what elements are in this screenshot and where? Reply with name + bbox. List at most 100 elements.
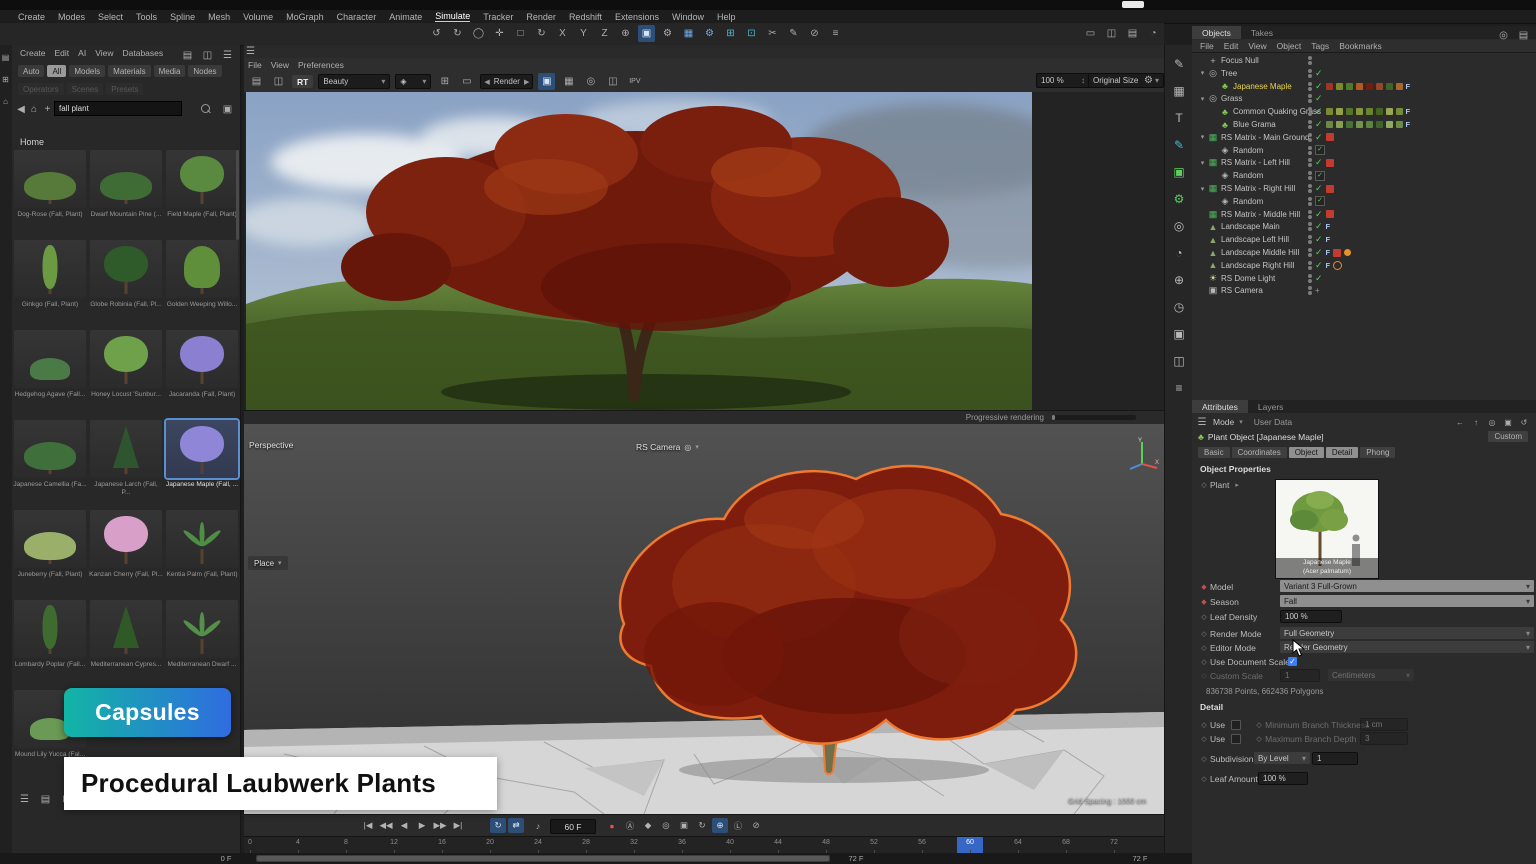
quantize-icon[interactable]: ⊡ <box>743 25 760 42</box>
visibility-dots-icon[interactable] <box>1308 120 1312 129</box>
custom-button[interactable]: Custom <box>1488 431 1528 442</box>
tab-takes[interactable]: Takes <box>1241 26 1283 39</box>
enabled-check-icon[interactable]: ✓ <box>1315 132 1323 143</box>
material-swatch-icon[interactable] <box>1386 121 1393 128</box>
obj-menu-file[interactable]: File <box>1200 41 1214 51</box>
menu-window[interactable]: Window <box>672 12 704 22</box>
ab-menu-view[interactable]: View <box>95 48 113 58</box>
tree-item-rs-matrix-middle-hill[interactable]: ▦RS Matrix - Middle Hill✓ <box>1192 208 1536 221</box>
keyframe-bullet-icon[interactable]: ◇ <box>1253 721 1265 729</box>
asset-tile[interactable]: Ginkgo (Fall, Plant) <box>12 240 88 328</box>
panel-menu-icon[interactable]: ☰ <box>244 45 257 58</box>
filter-media[interactable]: Media <box>154 65 186 77</box>
asset-tile[interactable]: Mediterranean Dwarf ... <box>164 600 240 688</box>
place-tool-label[interactable]: Place ▾ <box>248 556 288 570</box>
asset-tile[interactable]: Hedgehog Agave (Fall... <box>12 330 88 418</box>
split-view-icon[interactable]: ◫ <box>199 47 216 64</box>
ipv-icon[interactable]: IPV <box>626 73 643 90</box>
expand-arrow-icon[interactable]: ▾ <box>1198 133 1207 141</box>
tree-item-blue-grama[interactable]: ♣Blue Grama✓F <box>1192 118 1536 131</box>
lock-render-icon[interactable]: ▣ <box>538 73 555 90</box>
obj-menu-bookmarks[interactable]: Bookmarks <box>1339 41 1382 51</box>
tree-item-rs-matrix-main-ground[interactable]: ▾▦RS Matrix - Main Ground✓ <box>1192 131 1536 144</box>
menu-select[interactable]: Select <box>98 12 123 22</box>
material-swatch-icon[interactable] <box>1396 108 1403 115</box>
aov-dropdown[interactable]: ◈▾ <box>395 74 431 89</box>
rotate-tool-icon[interactable]: ↻ <box>533 25 550 42</box>
field-tag-icon[interactable]: F <box>1326 222 1331 231</box>
asset-tile[interactable]: Dog-Rose (Fall, Plant) <box>12 150 88 238</box>
enabled-check-icon[interactable]: ✓ <box>1315 273 1323 284</box>
play-icon[interactable]: ▶ <box>414 818 430 833</box>
subdivision-mode-dropdown[interactable]: By Level▾ <box>1254 752 1310 764</box>
next-frame-icon[interactable]: ▶▶ <box>432 818 448 833</box>
render-view-icon[interactable]: ▣ <box>638 25 655 42</box>
ab-menu-edit[interactable]: Edit <box>55 48 70 58</box>
material-swatch-icon[interactable] <box>1336 83 1343 90</box>
simulate-scene-icon[interactable]: ▦ <box>680 25 697 42</box>
maximum-branch-depth-field[interactable]: 3 <box>1360 732 1408 745</box>
attr-tab-detail[interactable]: Detail <box>1326 447 1358 458</box>
asset-tile[interactable]: Field Maple (Fall, Plant) <box>164 150 240 238</box>
asset-tile[interactable]: Kanzan Cherry (Fall, Pl... <box>88 510 164 598</box>
menu-tracker[interactable]: Tracker <box>483 12 513 22</box>
perspective-viewport[interactable]: Perspective RS Camera ◎▾ Place ▾ Y X Gri… <box>244 424 1164 814</box>
use-checkbox[interactable]: ✓ <box>1231 720 1241 730</box>
asset-tile[interactable]: Japanese Camellia (Fa... <box>12 420 88 508</box>
material-swatch-icon[interactable] <box>1386 108 1393 115</box>
tree-item-random[interactable]: ◈Random✓ <box>1192 144 1536 157</box>
search-input[interactable] <box>54 101 182 116</box>
editor-mode-dropdown[interactable]: Render Geometry▾ <box>1280 641 1534 653</box>
asset-tile[interactable]: Japanese Maple (Fall, ... <box>164 420 240 508</box>
ab-menu-create[interactable]: Create <box>20 48 46 58</box>
zoom-field[interactable]: 100 %↕ <box>1036 73 1090 88</box>
visibility-dots-icon[interactable] <box>1308 56 1312 65</box>
expand-arrow-icon[interactable]: ▾ <box>1198 185 1207 193</box>
axis-gizmo[interactable]: Y X <box>1124 436 1160 472</box>
visibility-dots-icon[interactable] <box>1308 69 1312 78</box>
material-swatch-icon[interactable] <box>1366 108 1373 115</box>
back-icon[interactable]: ◀ <box>16 101 26 118</box>
asset-tile[interactable]: Mediterranean Cypres... <box>88 600 164 688</box>
tree-item-rs-matrix-right-hill[interactable]: ▾▦RS Matrix - Right Hill✓ <box>1192 182 1536 195</box>
redshift-tag-icon[interactable] <box>1333 249 1341 257</box>
visibility-dots-icon[interactable] <box>1308 171 1312 180</box>
material-swatch-icon[interactable] <box>1336 108 1343 115</box>
asset-tile[interactable]: Juneberry (Fall, Plant) <box>12 510 88 598</box>
rt-toggle-button[interactable]: RT <box>292 75 313 88</box>
rv-menu-preferences[interactable]: Preferences <box>298 60 344 70</box>
autokey-icon[interactable]: Ⓐ <box>622 818 638 833</box>
snap-off-icon[interactable]: ⊘ <box>806 25 823 42</box>
open-image-icon[interactable]: ◫ <box>270 73 287 90</box>
asset-tile[interactable]: Japanese Larch (Fall, P... <box>88 420 164 508</box>
layout-tab[interactable] <box>1122 1 1144 8</box>
x-axis-lock-icon[interactable]: X <box>554 25 571 42</box>
redshift-tag-icon[interactable] <box>1326 133 1334 141</box>
attr-tab-coordinates[interactable]: Coordinates <box>1232 447 1287 458</box>
menu-tools[interactable]: Tools <box>136 12 157 22</box>
spline-tool-icon[interactable]: ◎ <box>1165 213 1193 239</box>
material-swatch-icon[interactable] <box>1326 121 1333 128</box>
material-swatch-icon[interactable] <box>1376 83 1383 90</box>
layout-split-icon[interactable]: ◫ <box>1103 25 1120 42</box>
attr-tab-basic[interactable]: Basic <box>1198 447 1230 458</box>
material-swatch-icon[interactable] <box>1356 121 1363 128</box>
render-mode-dropdown[interactable]: Full Geometry▾ <box>1280 627 1534 639</box>
visibility-dots-icon[interactable] <box>1308 261 1312 270</box>
filter-models[interactable]: Models <box>69 65 105 77</box>
enabled-check-icon[interactable]: ✓ <box>1315 247 1323 258</box>
redshift-tag-icon[interactable] <box>1326 159 1334 167</box>
menu-render[interactable]: Render <box>526 12 556 22</box>
menu-character[interactable]: Character <box>337 12 377 22</box>
modeling-axis-icon[interactable]: ✂ <box>764 25 781 42</box>
menu-create[interactable]: Create <box>18 12 45 22</box>
sound-icon[interactable]: ♪ <box>530 818 546 833</box>
enabled-check-icon[interactable]: ✓ <box>1315 119 1323 130</box>
enabled-check-icon[interactable]: ✓ <box>1315 183 1323 194</box>
keyframe-bullet-icon[interactable]: ◇ <box>1198 658 1210 666</box>
render-pass-dropdown[interactable]: Beauty▾ <box>318 74 390 89</box>
material-swatch-icon[interactable] <box>1326 83 1333 90</box>
model-dropdown[interactable]: Variant 3 Full-Grown▾ <box>1280 580 1534 592</box>
redshift-tag-icon[interactable] <box>1326 210 1334 218</box>
attr-tab-phong[interactable]: Phong <box>1360 447 1395 458</box>
